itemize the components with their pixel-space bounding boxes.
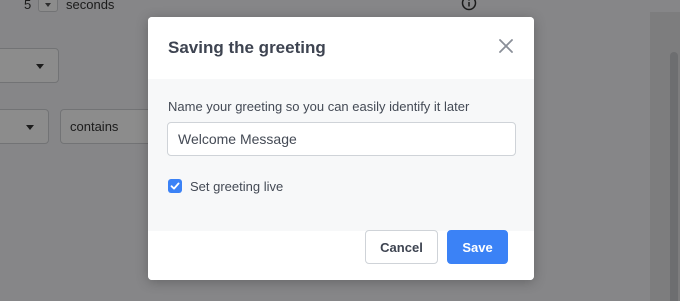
dialog-title: Saving the greeting — [168, 38, 326, 57]
set-live-checkbox[interactable] — [168, 179, 182, 193]
dialog-footer: Cancel Save — [148, 230, 534, 280]
dialog-body: Name your greeting so you can easily ide… — [148, 79, 534, 231]
checkmark-icon — [170, 182, 180, 190]
save-button[interactable]: Save — [447, 230, 508, 264]
greeting-name-label: Name your greeting so you can easily ide… — [168, 99, 470, 114]
save-greeting-dialog: Saving the greeting Name your greeting s… — [148, 17, 534, 280]
set-live-checkbox-row[interactable]: Set greeting live — [168, 178, 283, 194]
dialog-header: Saving the greeting — [148, 17, 534, 79]
set-live-label: Set greeting live — [190, 178, 284, 194]
close-icon[interactable] — [498, 38, 514, 54]
greeting-name-input[interactable] — [167, 122, 516, 156]
cancel-button[interactable]: Cancel — [365, 230, 438, 264]
